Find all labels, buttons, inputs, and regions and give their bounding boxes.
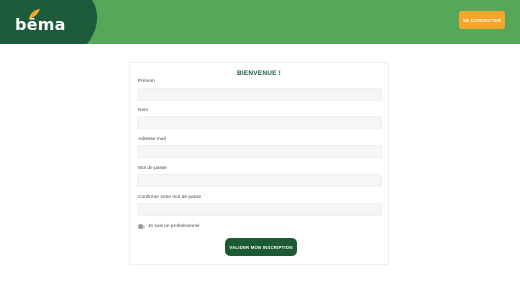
login-button[interactable]: SE CONNECTER: [459, 11, 505, 29]
submit-registration-button[interactable]: VALIDER MON INSCRIPTION: [225, 238, 297, 256]
confirm-password-field[interactable]: [137, 203, 382, 216]
password-field[interactable]: [137, 174, 382, 187]
top-header: bēma SE CONNECTER: [0, 0, 520, 44]
professional-label: Je suis un professionnel: [148, 224, 200, 229]
professional-row: Je suis un professionnel: [138, 224, 199, 229]
email-field[interactable]: [137, 145, 382, 158]
first-name-field[interactable]: [137, 88, 382, 101]
password-label: Mot de passe: [138, 166, 167, 171]
first-name-label: Prénom: [138, 79, 155, 84]
professional-toggle[interactable]: [138, 224, 145, 229]
last-name-label: Nom: [138, 108, 149, 113]
registration-card: BIENVENUE ! Prénom Nom Adresse mail Mot …: [129, 62, 389, 265]
email-label: Adresse mail: [138, 137, 166, 142]
bema-logo[interactable]: bēma: [15, 9, 66, 34]
last-name-field[interactable]: [137, 116, 382, 129]
confirm-password-label: Confirmer votre mot de passe: [138, 195, 202, 200]
leaf-icon: [29, 9, 40, 19]
form-title: BIENVENUE !: [236, 70, 282, 77]
